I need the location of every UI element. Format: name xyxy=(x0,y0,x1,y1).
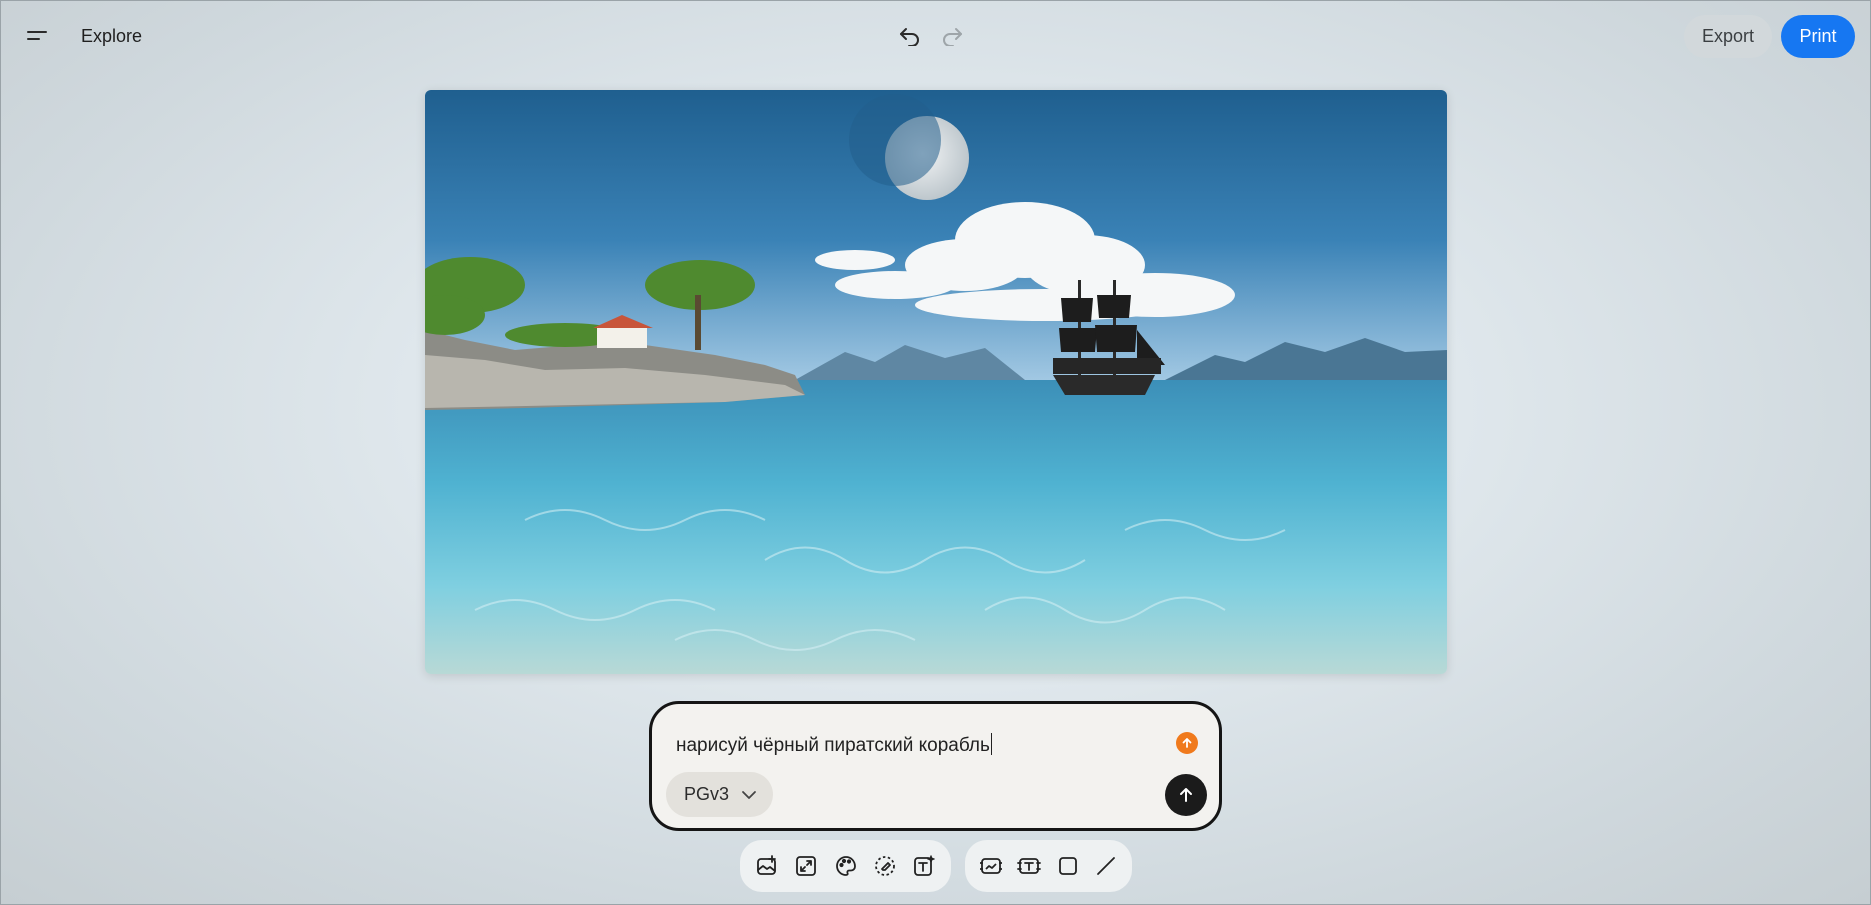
edit-tools-group xyxy=(740,840,951,892)
prompt-input[interactable]: нарисуй чёрный пиратский корабль xyxy=(676,733,992,757)
model-label: PGv3 xyxy=(684,784,730,804)
upload-arrow-icon[interactable] xyxy=(1176,732,1198,754)
text-caret xyxy=(990,733,992,755)
palette-icon[interactable] xyxy=(828,848,863,885)
export-button[interactable]: Export xyxy=(1684,15,1772,58)
add-image-icon[interactable] xyxy=(749,848,784,885)
chevron-down-icon xyxy=(742,790,756,799)
eraser-icon[interactable] xyxy=(867,848,902,885)
model-select[interactable]: PGv3 xyxy=(666,772,773,817)
generated-image[interactable] xyxy=(425,90,1447,674)
redo-icon[interactable] xyxy=(938,22,966,50)
prompt-composer: нарисуй чёрный пиратский корабль PGv3 xyxy=(649,701,1222,831)
send-button[interactable] xyxy=(1165,774,1207,816)
insert-tools-group xyxy=(965,840,1132,892)
undo-icon[interactable] xyxy=(896,22,924,50)
send-arrow-icon xyxy=(1180,788,1192,802)
history-controls xyxy=(896,22,966,50)
print-button[interactable]: Print xyxy=(1781,15,1855,58)
pirate-ship-scene-image xyxy=(425,90,1447,674)
text-frame-icon[interactable] xyxy=(1012,848,1046,885)
expand-icon[interactable] xyxy=(788,848,823,885)
prompt-text: нарисуй чёрный пиратский корабль xyxy=(676,735,990,756)
rectangle-icon[interactable] xyxy=(1051,848,1085,885)
top-bar: Explore Export Print xyxy=(0,0,1871,72)
page-title[interactable]: Explore xyxy=(81,26,142,47)
image-frame-icon[interactable] xyxy=(974,848,1008,885)
line-icon[interactable] xyxy=(1089,848,1123,885)
add-text-icon[interactable] xyxy=(907,848,942,885)
menu-icon[interactable] xyxy=(24,24,52,48)
